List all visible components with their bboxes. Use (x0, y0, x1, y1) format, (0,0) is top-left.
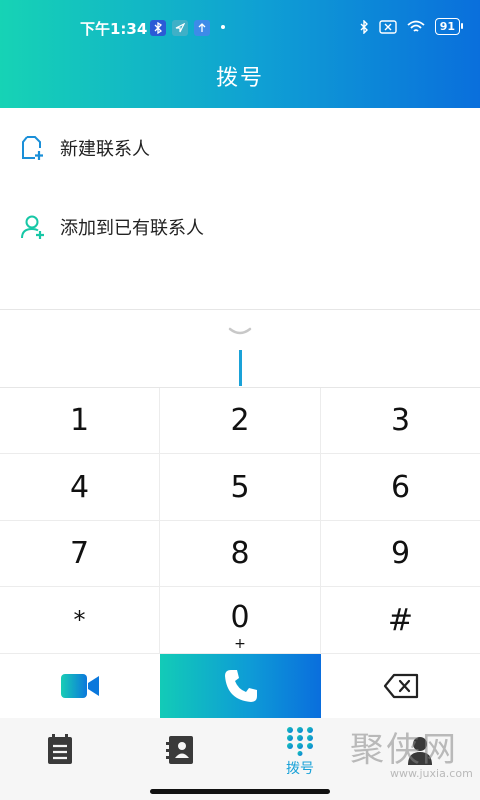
key-hash[interactable]: # (321, 587, 480, 654)
tab-dialpad[interactable]: 拨号 (240, 718, 360, 800)
video-call-icon (61, 674, 99, 698)
add-to-existing-label: 添加到已有联系人 (60, 218, 204, 239)
wifi-icon (407, 20, 425, 32)
contacts-icon (166, 736, 193, 764)
status-time: 下午1:34 (80, 20, 148, 38)
page-title: 拨号 (215, 66, 264, 91)
watermark-text: 聚侠网 (350, 730, 458, 770)
chevron-down-icon[interactable] (228, 326, 252, 340)
divider (0, 309, 480, 310)
key-7[interactable]: 7 (0, 521, 160, 587)
key-9[interactable]: 9 (321, 521, 480, 587)
tab-call-log[interactable] (0, 718, 120, 800)
new-contact-label: 新建联系人 (60, 139, 150, 160)
phone-icon (224, 670, 257, 702)
key-0-sub: + (234, 635, 246, 652)
home-indicator[interactable] (150, 789, 330, 794)
key-2[interactable]: 2 (160, 388, 321, 454)
key-5[interactable]: 5 (160, 454, 321, 521)
key-6[interactable]: 6 (321, 454, 480, 521)
key-star[interactable]: * (0, 587, 160, 654)
tab-contacts[interactable] (120, 718, 240, 800)
status-dot (221, 25, 225, 29)
key-3[interactable]: 3 (321, 388, 480, 454)
location-badge-icon (172, 20, 188, 36)
key-4[interactable]: 4 (0, 454, 160, 521)
call-button[interactable] (160, 654, 321, 718)
new-contact-row[interactable]: 新建联系人 (0, 110, 480, 186)
tab-dialpad-label: 拨号 (286, 761, 314, 777)
dial-action-bar (0, 654, 480, 718)
status-bar: 下午1:34 91 (0, 14, 480, 44)
bluetooth-badge-icon (150, 20, 166, 36)
battery-icon: 91 (434, 18, 464, 35)
add-person-icon (21, 215, 44, 239)
no-sim-icon (378, 19, 397, 34)
number-input-cursor[interactable] (239, 350, 242, 386)
new-contact-icon (22, 136, 43, 160)
bluetooth-icon (360, 19, 368, 34)
key-8[interactable]: 8 (160, 521, 321, 587)
backspace-button[interactable] (321, 654, 480, 718)
dial-keypad: 1 2 3 4 5 6 7 8 9 * 0 + # (0, 388, 480, 654)
key-1[interactable]: 1 (0, 388, 160, 454)
key-0[interactable]: 0 + (160, 587, 321, 654)
upload-badge-icon (194, 20, 210, 36)
watermark: 聚侠网 www.juxia.com (350, 722, 480, 792)
dialpad-icon (287, 727, 313, 756)
watermark-url: www.juxia.com (390, 767, 473, 780)
backspace-icon (383, 673, 418, 699)
add-to-existing-row[interactable]: 添加到已有联系人 (0, 189, 480, 265)
call-log-icon (48, 734, 72, 764)
header: 下午1:34 91 拨号 (0, 0, 480, 108)
video-call-button[interactable] (0, 654, 160, 718)
